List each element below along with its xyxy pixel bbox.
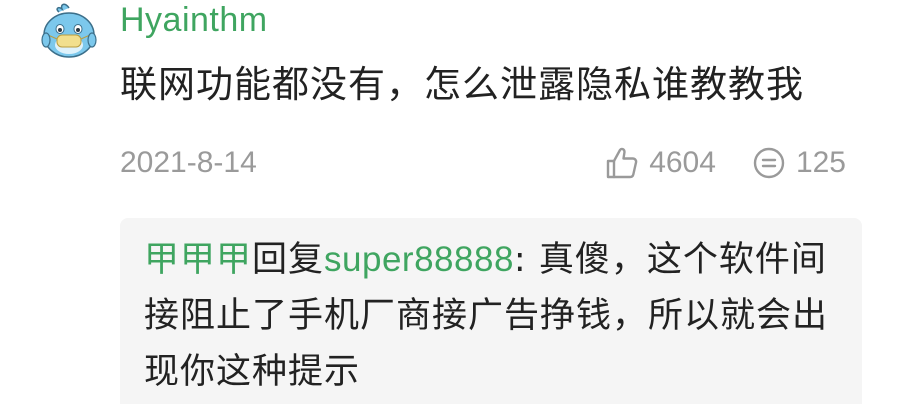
avatar[interactable] bbox=[38, 2, 100, 60]
comment-bubble-icon bbox=[753, 147, 785, 179]
comment-username[interactable]: Hyainthm bbox=[120, 0, 268, 40]
reply-target-user[interactable]: super88888 bbox=[324, 240, 514, 279]
reply-box[interactable]: 甲甲甲回复super88888: 真傻，这个软件间接阻止了手机厂商接广告挣钱，所… bbox=[120, 218, 862, 404]
reply-item: 甲甲甲回复super88888: 真傻，这个软件间接阻止了手机厂商接广告挣钱，所… bbox=[144, 232, 834, 400]
reply-count-button[interactable]: 125 bbox=[752, 145, 846, 181]
comment-date: 2021-8-14 bbox=[120, 146, 257, 179]
like-count: 4604 bbox=[649, 146, 716, 179]
comment-text: 联网功能都没有，怎么泄露隐私谁教教我 bbox=[120, 63, 804, 106]
blue-bird-avatar-icon bbox=[41, 3, 97, 58]
comment-actions: 4604 125 bbox=[605, 144, 846, 182]
reply-author[interactable]: 甲甲甲 bbox=[144, 240, 252, 280]
thumbs-up-icon bbox=[606, 147, 638, 179]
reply-count: 125 bbox=[795, 146, 846, 179]
reply-separator: : bbox=[513, 240, 539, 280]
like-button[interactable]: 4604 bbox=[605, 145, 716, 181]
reply-verb: 回复 bbox=[252, 240, 325, 280]
